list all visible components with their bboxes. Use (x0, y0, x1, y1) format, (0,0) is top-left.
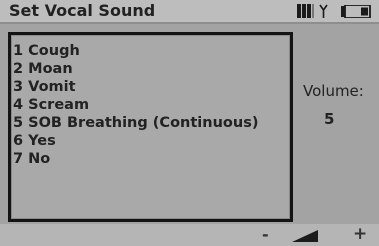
status-icons (297, 4, 371, 18)
list-item-cough[interactable]: 1 Cough (13, 42, 258, 60)
vocal-sound-list-panel: 1 Cough 2 Moan 3 Vomit 4 Scream 5 SOB Br… (8, 32, 293, 222)
list-item-scream[interactable]: 4 Scream (13, 96, 258, 114)
battery-icon (341, 5, 371, 18)
list-item-no[interactable]: 7 No (13, 150, 258, 168)
volume-level-icon (292, 230, 318, 242)
antenna-icon (319, 4, 328, 18)
volume-decrease-button[interactable]: - (262, 225, 269, 244)
vocal-sound-list: 1 Cough 2 Moan 3 Vomit 4 Scream 5 SOB Br… (13, 42, 258, 168)
volume-label: Volume: (303, 82, 364, 100)
list-item-yes[interactable]: 6 Yes (13, 132, 258, 150)
signal-bars-icon (297, 4, 328, 18)
screen-title: Set Vocal Sound (9, 1, 156, 20)
list-item-vomit[interactable]: 3 Vomit (13, 78, 258, 96)
volume-value: 5 (324, 110, 335, 128)
title-bar: Set Vocal Sound (0, 0, 379, 24)
volume-increase-button[interactable]: + (353, 224, 367, 244)
soft-key-bar: - + (0, 224, 379, 246)
list-item-moan[interactable]: 2 Moan (13, 60, 258, 78)
list-item-sob-breathing[interactable]: 5 SOB Breathing (Continuous) (13, 114, 258, 132)
